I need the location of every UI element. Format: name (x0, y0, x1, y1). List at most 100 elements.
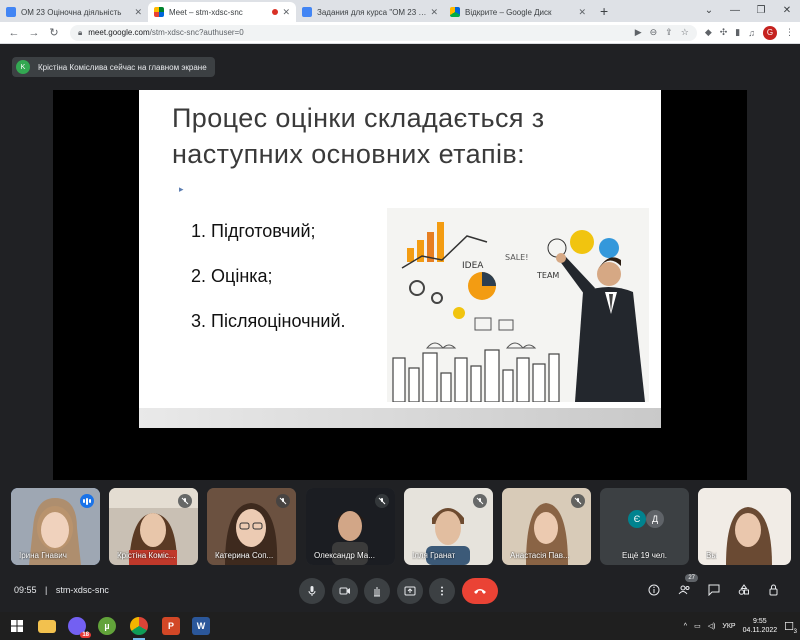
tab-title: Задания для курса "ОМ 23 Оцін (317, 7, 427, 17)
mic-off-icon (571, 494, 585, 508)
camera-in-use-icon[interactable]: ▶ (635, 27, 642, 38)
tab-title: Meet – stm-xdsc-snc (169, 7, 243, 17)
svg-text:TEAM: TEAM (536, 271, 559, 280)
close-tab-icon[interactable]: ✕ (578, 7, 586, 18)
browser-tab-1[interactable]: ОМ 23 Оціночна діяльність ✕ (0, 2, 148, 22)
show-hidden-icons[interactable]: ^ (684, 623, 687, 630)
reload-button[interactable]: ↻ (46, 26, 62, 39)
torrent-icon[interactable]: µ (98, 617, 116, 635)
slide-list: 1. Підготовчий; 2. Оцінка; 3. Післяоціно… (191, 221, 346, 356)
participant-tile[interactable]: Катерина Соп... (207, 488, 296, 565)
share-icon[interactable]: ⇪ (665, 27, 673, 38)
volume-icon[interactable]: ◁) (708, 622, 716, 630)
forward-button[interactable]: → (26, 27, 42, 39)
participant-name: Ілля Гранат (412, 551, 456, 560)
windows-start-icon[interactable] (8, 617, 26, 635)
presenting-notification: K Крістіна Коміслива сейчас на главном э… (12, 57, 215, 77)
more-participants-tile[interactable]: Є Д Ещё 19 чел. (600, 488, 689, 565)
mic-off-icon (375, 494, 389, 508)
business-illustration: IDEA TEAM SALE! (387, 208, 649, 402)
close-tab-icon[interactable]: ✕ (430, 7, 438, 18)
close-tab-icon[interactable]: ✕ (282, 7, 290, 18)
host-controls-button[interactable] (766, 582, 782, 598)
chrome-menu-icon[interactable]: ⋮ (785, 27, 794, 38)
clock-date: 04.11.2022 (742, 627, 778, 634)
slide-title: Процес оцінки складається з наступних ос… (172, 100, 545, 172)
language-indicator[interactable]: УКР (722, 623, 735, 630)
chat-button[interactable] (706, 582, 722, 598)
maximize-button[interactable]: ❐ (748, 5, 774, 16)
clock[interactable]: 9:55 04.11.2022 (743, 617, 778, 635)
classroom-icon (6, 7, 16, 17)
system-tray: ^ ▭ ◁) УКР 9:55 04.11.2022 ☐ 3 (684, 612, 800, 640)
clock-time: 9:55 (753, 618, 767, 625)
browser-tab-3[interactable]: Задания для курса "ОМ 23 Оцін ✕ (296, 2, 444, 22)
people-button[interactable]: 27 (676, 574, 698, 598)
self-view-tile[interactable]: Вы (698, 488, 791, 565)
notification-count: 3 (793, 628, 797, 635)
microphone-icon (308, 586, 316, 596)
notification-center-icon[interactable]: ☐ 3 (784, 620, 797, 635)
classroom-icon (302, 7, 312, 17)
participant-name: Крістіна Коміс... (117, 551, 176, 560)
viber-icon[interactable]: 18 (68, 617, 91, 638)
participant-name: Вы (706, 551, 718, 560)
url-path: /stm-xdsc-snc?authuser=0 (149, 28, 244, 37)
activities-button[interactable] (736, 582, 752, 598)
participant-name: Анастасія Пав... (510, 551, 570, 560)
network-icon[interactable]: ▭ (694, 622, 701, 630)
side-panel-icon[interactable]: ▮ (735, 27, 740, 38)
participant-tile[interactable]: Ірина Гнавич (11, 488, 100, 565)
participant-tile[interactable]: Ілля Гранат (404, 488, 493, 565)
close-tab-icon[interactable]: ✕ (134, 7, 142, 18)
word-icon[interactable]: W (192, 617, 210, 635)
bullet-icon: ▸ (179, 184, 184, 194)
microphone-button[interactable] (299, 578, 325, 604)
new-tab-button[interactable]: + (592, 3, 616, 22)
address-bar-row: ← → ↻ 🔒︎ meet.google.com /stm-xdsc-snc?a… (0, 22, 800, 44)
browser-tab-4[interactable]: Відкрите – Google Диск ✕ (444, 2, 592, 22)
media-icon[interactable]: ♫ (748, 28, 755, 38)
raise-hand-button[interactable] (364, 578, 390, 604)
url-input[interactable]: 🔒︎ meet.google.com /stm-xdsc-snc?authuse… (70, 24, 697, 41)
lock-icon[interactable]: 🔒︎ (78, 28, 82, 38)
back-button[interactable]: ← (6, 27, 22, 39)
participant-tile[interactable]: Анастасія Пав... (502, 488, 591, 565)
presenting-text: Крістіна Коміслива сейчас на главном экр… (38, 62, 207, 72)
google-drive-icon (450, 7, 460, 17)
participant-tile[interactable]: Крістіна Коміс... (109, 488, 198, 565)
tab-title: ОМ 23 Оціночна діяльність (21, 7, 122, 17)
more-vert-icon (441, 586, 443, 596)
chrome-icon[interactable] (130, 617, 148, 635)
camera-button[interactable] (332, 578, 358, 604)
minimize-button[interactable]: — (722, 5, 748, 16)
bookmark-star-icon[interactable]: ☆ (681, 27, 689, 38)
tab-search-icon[interactable]: ⌄ (696, 5, 722, 16)
powerpoint-icon[interactable]: P (162, 617, 180, 635)
meeting-details-button[interactable] (646, 582, 662, 598)
slide-list-item: 3. Післяоціночний. (191, 311, 346, 331)
slide-list-item: 2. Оцінка; (191, 266, 273, 286)
chat-icon (708, 584, 720, 596)
extensions-puzzle-icon[interactable]: ✣ (720, 27, 728, 38)
more-participants-label: Ещё 19 чел. (622, 551, 667, 560)
zoom-icon[interactable]: ⊖ (650, 27, 658, 38)
present-icon (404, 586, 416, 596)
leave-call-button[interactable] (462, 578, 498, 604)
extension-icon[interactable]: ◆ (705, 27, 712, 38)
presenter-avatar: K (16, 60, 30, 74)
present-button[interactable] (397, 578, 423, 604)
camera-icon (339, 587, 350, 595)
participant-name: Олександр Ма... (314, 551, 375, 560)
close-window-button[interactable]: ✕ (774, 5, 800, 16)
file-explorer-icon[interactable] (38, 620, 56, 633)
more-options-button[interactable] (429, 578, 455, 604)
browser-tab-2[interactable]: Meet – stm-xdsc-snc ✕ (148, 2, 296, 22)
profile-avatar[interactable]: G (763, 25, 777, 40)
separator: | (45, 585, 48, 595)
participant-tile[interactable]: Олександр Ма... (306, 488, 395, 565)
browser-tab-strip: ОМ 23 Оціночна діяльність ✕ Meet – stm-x… (0, 0, 800, 22)
hand-icon (374, 587, 380, 597)
lock-person-icon (769, 584, 778, 596)
mic-off-icon (276, 494, 290, 508)
